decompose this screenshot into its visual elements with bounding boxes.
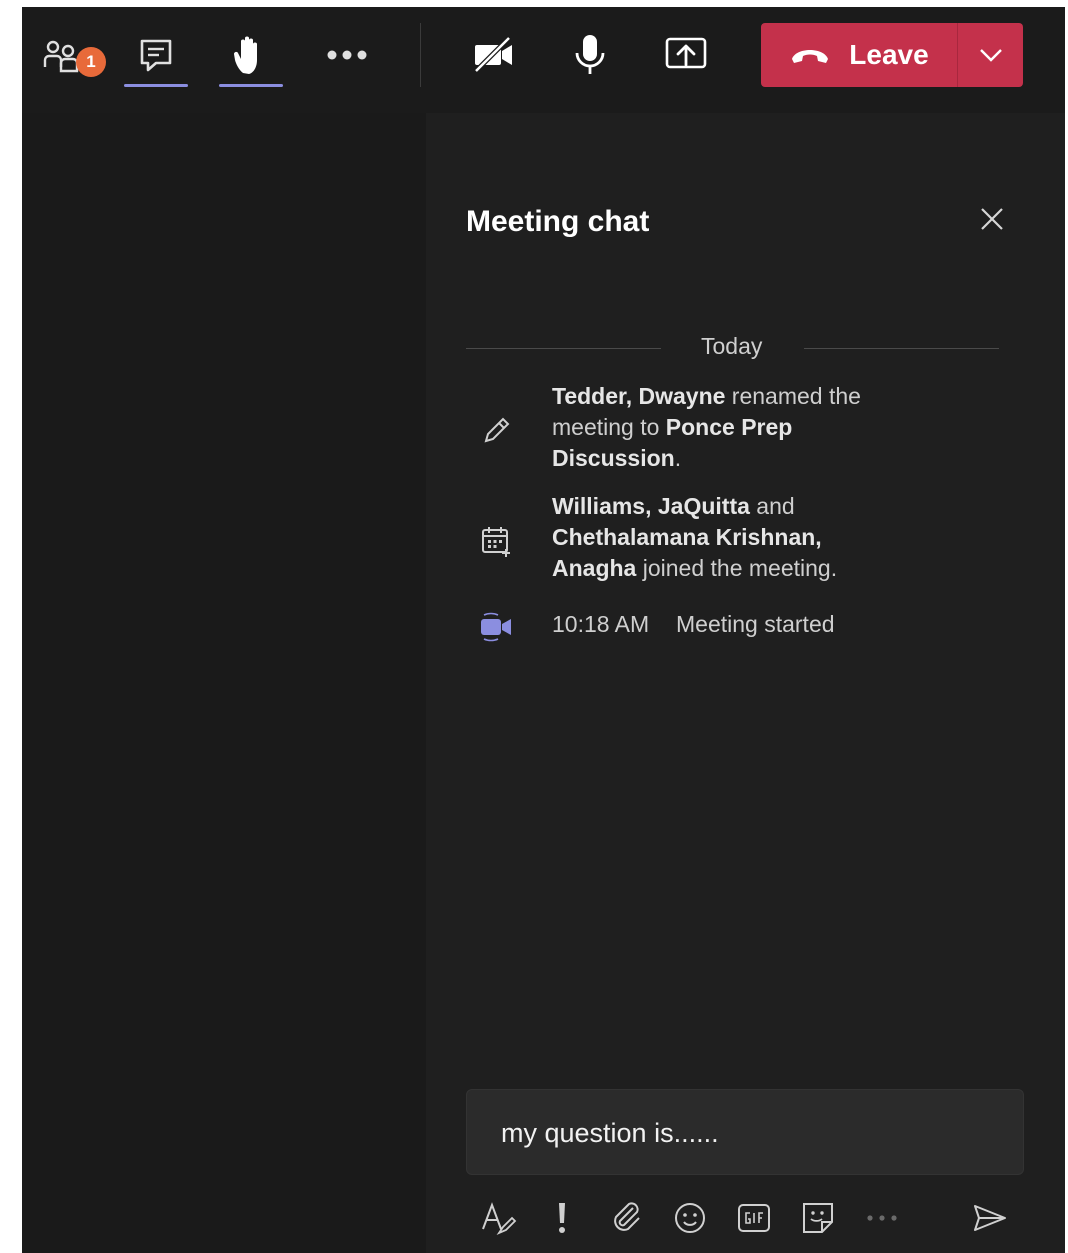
more-icon <box>867 1215 897 1221</box>
smiley-icon <box>675 1203 705 1233</box>
share-screen-icon <box>665 37 707 69</box>
participants-button[interactable]: 1 <box>32 25 106 85</box>
video-call-icon <box>476 607 516 647</box>
event-punctuation: . <box>674 445 682 471</box>
chat-panel-title: Meeting chat <box>466 205 650 238</box>
message-input[interactable] <box>499 1110 993 1156</box>
microphone-icon <box>575 35 605 74</box>
message-composer <box>466 1089 1024 1175</box>
more-actions-button[interactable] <box>317 25 377 85</box>
video-stage <box>22 113 426 1253</box>
calendar-add-icon <box>476 521 516 561</box>
chat-active-underline <box>124 84 188 87</box>
participant-name-1: Williams, JaQuitta <box>552 493 750 519</box>
raise-hand-active-underline <box>219 84 283 87</box>
event-timestamp: 10:18 AM <box>552 611 650 637</box>
sticker-button[interactable] <box>796 1196 840 1240</box>
format-button[interactable] <box>476 1196 520 1240</box>
chevron-down-icon <box>979 49 1002 62</box>
mark-important-button[interactable] <box>540 1196 584 1240</box>
people-icon <box>43 40 79 73</box>
gif-button[interactable] <box>732 1196 776 1240</box>
hang-up-icon <box>792 50 829 63</box>
meeting-chat-panel: Meeting chat Today Tedder, Dwayne rename… <box>426 113 1065 1253</box>
rename-event-text: Tedder, Dwayne renamed the meeting to Po… <box>552 381 892 474</box>
emoji-button[interactable] <box>668 1196 712 1240</box>
event-verb: joined the meeting. <box>636 555 838 581</box>
share-screen-button[interactable] <box>656 25 716 85</box>
pencil-icon <box>476 411 516 451</box>
more-options-button[interactable] <box>860 1196 904 1240</box>
sticker-icon <box>803 1203 833 1233</box>
close-icon <box>981 208 1003 230</box>
chat-button[interactable] <box>124 25 188 87</box>
exclamation-icon <box>559 1203 565 1233</box>
camera-off-icon <box>474 36 512 73</box>
more-icon <box>327 50 367 60</box>
event-conjunction: and <box>749 493 795 519</box>
leave-options-dropdown[interactable] <box>958 23 1023 87</box>
format-text-icon <box>482 1202 517 1236</box>
camera-toggle-button[interactable] <box>464 25 524 85</box>
toolbar-divider <box>420 23 421 87</box>
hand-icon <box>234 36 257 74</box>
leave-button[interactable]: Leave <box>761 23 957 87</box>
teams-meeting-window: 1 Leave Meeting chat Today Tedder, Dwayn… <box>22 7 1065 1253</box>
leave-button-group: Leave <box>761 23 1023 87</box>
raise-hand-button[interactable] <box>219 25 283 87</box>
chat-icon <box>140 39 172 72</box>
gif-icon <box>738 1204 770 1232</box>
composer-toolbar <box>466 1191 1022 1241</box>
meeting-toolbar: 1 Leave <box>22 7 1065 113</box>
leave-label: Leave <box>849 39 929 70</box>
microphone-button[interactable] <box>560 25 620 85</box>
date-divider: Today <box>466 333 999 363</box>
close-chat-button[interactable] <box>974 201 1010 237</box>
join-event-text: Williams, JaQuitta and Chethalamana Kris… <box>552 491 892 584</box>
paperclip-icon <box>614 1202 640 1231</box>
actor-name: Tedder, Dwayne <box>552 383 726 409</box>
send-button[interactable] <box>968 1196 1012 1240</box>
date-divider-label: Today <box>701 333 763 359</box>
attach-file-button[interactable] <box>604 1196 648 1240</box>
participants-badge: 1 <box>76 47 106 77</box>
divider-line-left <box>466 348 661 349</box>
event-message: Meeting started <box>676 611 835 637</box>
send-icon <box>974 1205 1006 1231</box>
divider-line-right <box>804 348 999 349</box>
